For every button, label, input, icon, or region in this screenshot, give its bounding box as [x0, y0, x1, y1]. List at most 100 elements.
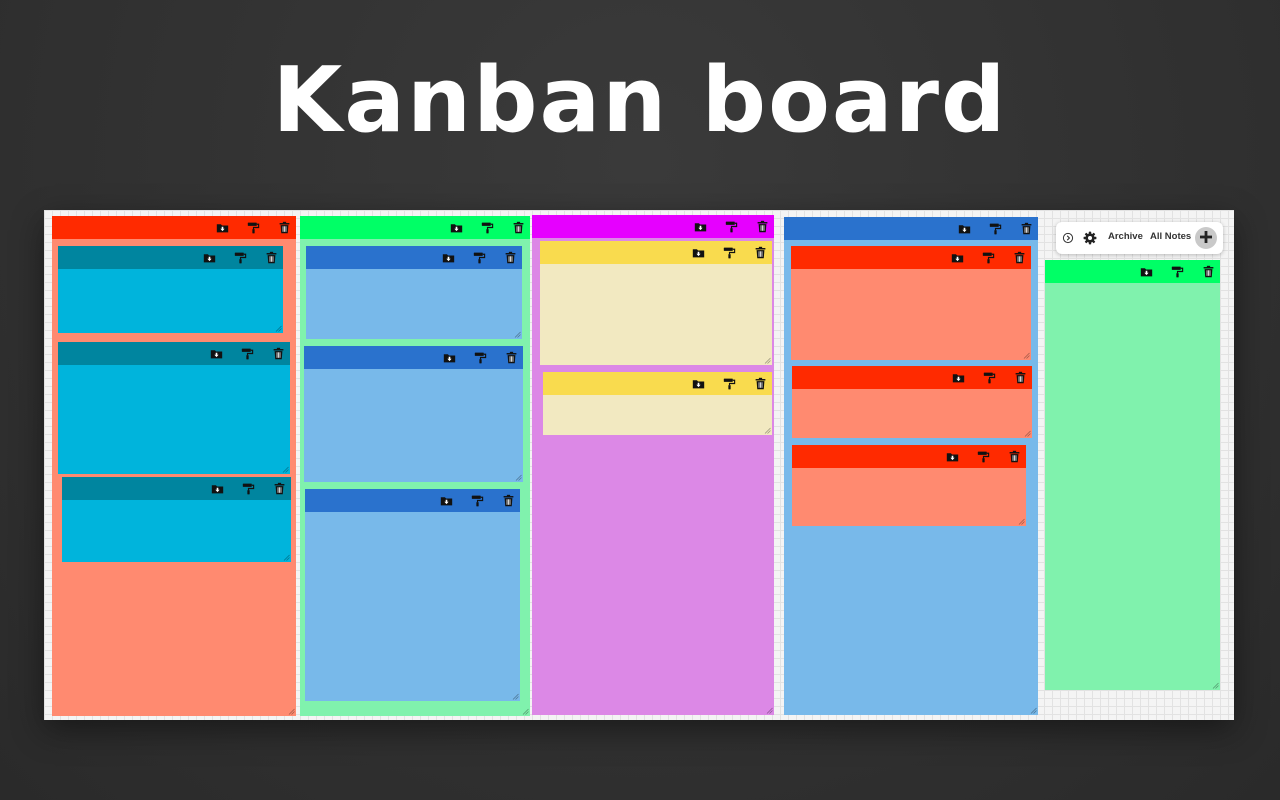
delete-button[interactable]: [263, 250, 279, 266]
note-header[interactable]: [792, 445, 1026, 468]
note-card[interactable]: [540, 241, 772, 365]
note-header[interactable]: [791, 246, 1031, 269]
resize-handle[interactable]: [275, 325, 282, 332]
delete-button[interactable]: [1011, 250, 1027, 266]
resize-handle[interactable]: [514, 331, 521, 338]
paint-button[interactable]: [469, 493, 485, 509]
note-card[interactable]: [543, 372, 772, 435]
note-header[interactable]: [305, 489, 520, 512]
resize-handle[interactable]: [512, 693, 519, 700]
delete-button[interactable]: [270, 346, 286, 362]
archive-link[interactable]: Archive: [1108, 231, 1143, 242]
paint-button[interactable]: [980, 250, 996, 266]
archive-button[interactable]: [950, 370, 966, 386]
note-card[interactable]: [791, 246, 1031, 360]
archive-button[interactable]: [209, 481, 225, 497]
delete-button[interactable]: [503, 350, 519, 366]
archive-button[interactable]: [949, 250, 965, 266]
paint-button[interactable]: [240, 481, 256, 497]
delete-button[interactable]: [1006, 449, 1022, 465]
paint-button[interactable]: [975, 449, 991, 465]
delete-button[interactable]: [1200, 264, 1216, 280]
paint-button[interactable]: [987, 221, 1003, 237]
note-header[interactable]: [1045, 260, 1220, 283]
note-card[interactable]: [58, 246, 283, 333]
delete-button[interactable]: [271, 481, 287, 497]
archive-button[interactable]: [438, 493, 454, 509]
resize-handle[interactable]: [764, 427, 771, 434]
delete-button[interactable]: [500, 493, 516, 509]
resize-handle[interactable]: [1212, 682, 1219, 689]
archive-button[interactable]: [690, 245, 706, 261]
archive-button[interactable]: [1138, 264, 1154, 280]
column-header[interactable]: [300, 216, 530, 239]
sidebar-note-card[interactable]: [1045, 260, 1220, 690]
note-card[interactable]: [58, 342, 290, 474]
archive-button[interactable]: [440, 250, 456, 266]
resize-handle[interactable]: [1030, 707, 1037, 714]
archive-button[interactable]: [214, 220, 230, 236]
archive-button[interactable]: [201, 250, 217, 266]
kanban-column[interactable]: [52, 216, 296, 716]
note-header[interactable]: [306, 246, 522, 269]
resize-handle[interactable]: [764, 357, 771, 364]
note-card[interactable]: [792, 445, 1026, 526]
note-header[interactable]: [792, 366, 1032, 389]
resize-handle[interactable]: [766, 707, 773, 714]
archive-button[interactable]: [448, 220, 464, 236]
resize-handle[interactable]: [1023, 352, 1030, 359]
resize-handle[interactable]: [282, 466, 289, 473]
delete-button[interactable]: [502, 250, 518, 266]
delete-button[interactable]: [754, 219, 770, 235]
paint-button[interactable]: [472, 350, 488, 366]
paint-button[interactable]: [239, 346, 255, 362]
collapse-button[interactable]: [1060, 230, 1076, 246]
paint-button[interactable]: [1169, 264, 1185, 280]
archive-button[interactable]: [956, 221, 972, 237]
resize-handle[interactable]: [515, 474, 522, 481]
resize-handle[interactable]: [283, 554, 290, 561]
resize-handle[interactable]: [288, 708, 295, 715]
delete-button[interactable]: [510, 220, 526, 236]
column-header[interactable]: [784, 217, 1038, 240]
note-header[interactable]: [58, 342, 290, 365]
paint-button[interactable]: [471, 250, 487, 266]
paint-button[interactable]: [232, 250, 248, 266]
paint-button[interactable]: [981, 370, 997, 386]
kanban-column[interactable]: [532, 215, 774, 715]
paint-button[interactable]: [479, 220, 495, 236]
note-header[interactable]: [62, 477, 291, 500]
resize-handle[interactable]: [522, 708, 529, 715]
paint-button[interactable]: [723, 219, 739, 235]
archive-button[interactable]: [441, 350, 457, 366]
column-header[interactable]: [52, 216, 296, 239]
paint-button[interactable]: [245, 220, 261, 236]
all-notes-link[interactable]: All Notes: [1150, 231, 1191, 242]
column-header[interactable]: [532, 215, 774, 238]
delete-button[interactable]: [276, 220, 292, 236]
paint-button[interactable]: [721, 245, 737, 261]
note-header[interactable]: [304, 346, 523, 369]
delete-button[interactable]: [1012, 370, 1028, 386]
delete-button[interactable]: [752, 245, 768, 261]
note-header[interactable]: [543, 372, 772, 395]
delete-button[interactable]: [752, 376, 768, 392]
archive-button[interactable]: [690, 376, 706, 392]
archive-button[interactable]: [944, 449, 960, 465]
resize-handle[interactable]: [1024, 430, 1031, 437]
note-card[interactable]: [304, 346, 523, 482]
kanban-column[interactable]: [784, 217, 1038, 715]
note-header[interactable]: [58, 246, 283, 269]
archive-button[interactable]: [692, 219, 708, 235]
note-card[interactable]: [305, 489, 520, 701]
paint-button[interactable]: [721, 376, 737, 392]
settings-button[interactable]: [1082, 230, 1098, 246]
note-card[interactable]: [792, 366, 1032, 438]
note-header[interactable]: [540, 241, 772, 264]
archive-button[interactable]: [208, 346, 224, 362]
note-card[interactable]: [62, 477, 291, 562]
add-note-button[interactable]: [1195, 227, 1217, 249]
delete-button[interactable]: [1018, 221, 1034, 237]
kanban-column[interactable]: [300, 216, 530, 716]
resize-handle[interactable]: [1018, 518, 1025, 525]
